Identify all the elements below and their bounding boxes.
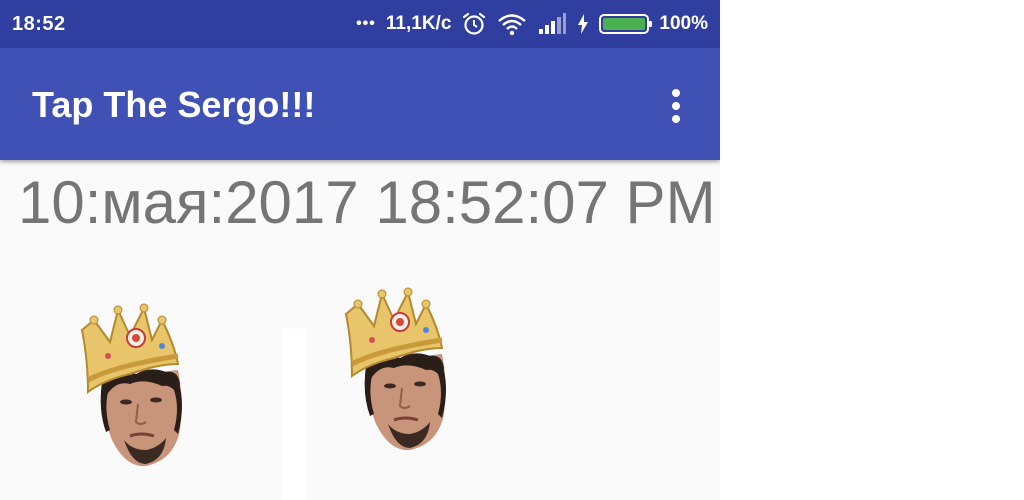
charging-icon: [577, 14, 589, 34]
battery-percent: 100%: [659, 13, 708, 34]
wifi-icon: [497, 12, 527, 36]
more-notifications-icon: •••: [356, 15, 376, 32]
network-speed: 11,1K/c: [385, 13, 452, 34]
status-time: 18:52: [12, 13, 66, 35]
battery-icon: [599, 14, 653, 34]
divider-strip: [282, 329, 306, 500]
overflow-dot: [672, 115, 680, 123]
app-title: Tap The Sergo!!!: [32, 84, 316, 125]
overflow-dot: [672, 102, 680, 110]
status-bar: 18:52 ••• 11,1K/c 100%: [0, 0, 720, 48]
phone-screen: 18:52 ••• 11,1K/c 100% Tap The Sergo!!!: [0, 0, 720, 500]
overflow-dot: [672, 89, 680, 97]
status-icons: ••• 11,1K/c 100%: [356, 0, 708, 48]
battery-level-fill: [603, 18, 646, 30]
overflow-menu-icon[interactable]: [656, 86, 696, 126]
datetime-text: 10:мая:2017 18:52:07 PM: [18, 169, 716, 236]
app-bar: Tap The Sergo!!!: [0, 48, 720, 160]
signal-icon: [537, 13, 567, 35]
sergo-crown-image[interactable]: [74, 300, 194, 470]
sergo-crown-image[interactable]: [338, 284, 458, 454]
alarm-icon: [461, 11, 487, 37]
